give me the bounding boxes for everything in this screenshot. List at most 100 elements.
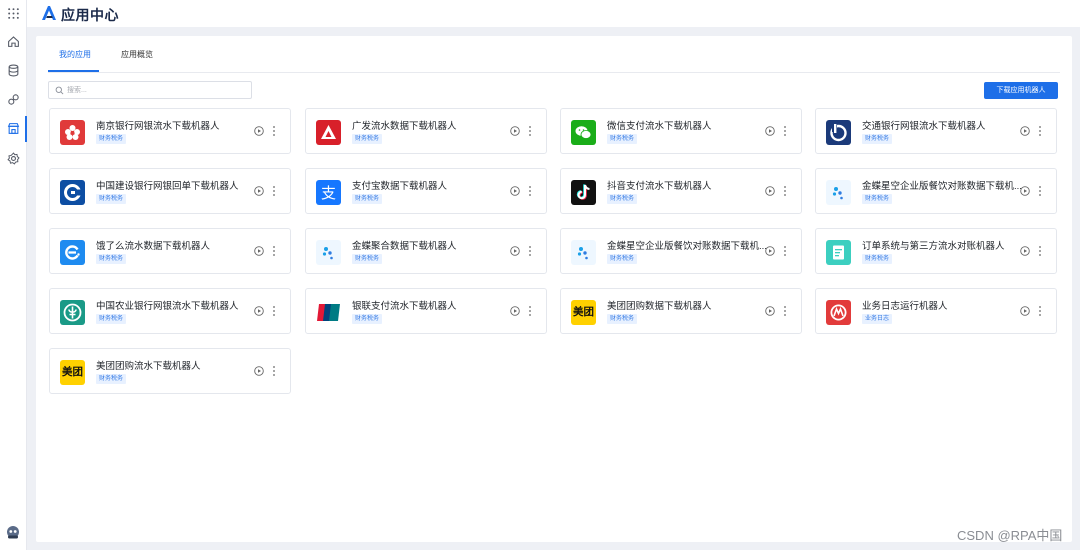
category-tag: 财务税务 — [96, 374, 127, 384]
app-name: 中国建设银行网银回单下载机器人 — [96, 181, 239, 192]
play-icon[interactable] — [510, 246, 520, 256]
play-icon[interactable] — [510, 306, 520, 316]
kingdee-icon — [316, 240, 341, 265]
settings-icon[interactable] — [7, 152, 20, 165]
app-name: 银联支付流水下载机器人 — [352, 301, 457, 312]
category-tag: 财务税务 — [607, 134, 638, 144]
app-name: 业务日志运行机器人 — [862, 301, 948, 312]
category-tag: 财务税务 — [96, 254, 127, 264]
play-icon[interactable] — [765, 186, 775, 196]
category-tag: 财务税务 — [607, 194, 638, 204]
store-icon[interactable] — [7, 122, 20, 135]
play-icon[interactable] — [254, 246, 264, 256]
more-options-icon[interactable] — [528, 305, 532, 317]
app-card[interactable]: 金蝶聚合数据下载机器人 财务税务 — [305, 228, 547, 274]
nanjing-bank-icon — [60, 120, 85, 145]
app-card[interactable]: 美团 美团团购流水下载机器人 财务税务 — [49, 348, 291, 394]
home-icon[interactable] — [7, 35, 20, 48]
active-nav-indicator — [25, 116, 27, 142]
tab-app-overview[interactable]: 应用概览 — [121, 49, 153, 60]
app-card[interactable]: 广发流水数据下载机器人 财务税务 — [305, 108, 547, 154]
app-grid-icon[interactable] — [7, 7, 20, 20]
play-icon[interactable] — [1020, 246, 1030, 256]
app-card[interactable]: 支 支付宝数据下载机器人 财务税务 — [305, 168, 547, 214]
more-options-icon[interactable] — [528, 185, 532, 197]
link-icon[interactable] — [7, 93, 20, 106]
app-card[interactable]: 金蝶星空企业版餐饮对账数据下载机... 财务税务 — [560, 228, 802, 274]
more-options-icon[interactable] — [272, 185, 276, 197]
robot-avatar-icon[interactable] — [5, 524, 21, 540]
category-tag: 财务税务 — [862, 194, 893, 204]
category-tag: 财务税务 — [352, 134, 383, 144]
more-options-icon[interactable] — [272, 245, 276, 257]
eleme-icon — [60, 240, 85, 265]
app-name: 中国农业银行网银流水下载机器人 — [96, 301, 239, 312]
app-card[interactable]: 美团 美团团购数据下载机器人 财务税务 — [560, 288, 802, 334]
app-card[interactable]: 订单系统与第三方流水对账机器人 财务税务 — [815, 228, 1057, 274]
more-options-icon[interactable] — [272, 125, 276, 137]
app-name: 交通银行网银流水下载机器人 — [862, 121, 986, 132]
database-icon[interactable] — [7, 64, 20, 77]
more-options-icon[interactable] — [783, 185, 787, 197]
cgb-bank-icon — [316, 120, 341, 145]
search-box — [48, 81, 252, 99]
play-icon[interactable] — [1020, 186, 1030, 196]
app-card[interactable]: 南京银行网银流水下载机器人 财务税务 — [49, 108, 291, 154]
page-title: 应用中心 — [61, 7, 119, 23]
app-name: 支付宝数据下载机器人 — [352, 181, 448, 192]
play-icon[interactable] — [254, 366, 264, 376]
app-name: 南京银行网银流水下载机器人 — [96, 121, 220, 132]
more-options-icon[interactable] — [272, 305, 276, 317]
play-icon[interactable] — [510, 126, 520, 136]
more-options-icon[interactable] — [1038, 305, 1042, 317]
category-tag: 财务税务 — [352, 314, 383, 324]
meituan-icon: 美团 — [571, 300, 596, 325]
app-card[interactable]: 抖音支付流水下载机器人 财务税务 — [560, 168, 802, 214]
play-icon[interactable] — [254, 126, 264, 136]
tab-my-apps[interactable]: 我的应用 — [59, 49, 91, 60]
app-card[interactable]: 中国建设银行网银回单下载机器人 财务税务 — [49, 168, 291, 214]
kingdee-icon — [571, 240, 596, 265]
more-options-icon[interactable] — [528, 245, 532, 257]
bocom-bank-icon — [826, 120, 851, 145]
download-robot-button[interactable]: 下载应用机器人 — [984, 82, 1058, 99]
app-card[interactable]: 业务日志运行机器人 业务日志 — [815, 288, 1057, 334]
douyin-icon — [571, 180, 596, 205]
more-options-icon[interactable] — [1038, 245, 1042, 257]
play-icon[interactable] — [765, 246, 775, 256]
more-options-icon[interactable] — [783, 245, 787, 257]
play-icon[interactable] — [254, 186, 264, 196]
more-options-icon[interactable] — [1038, 125, 1042, 137]
app-card[interactable]: 微信支付流水下载机器人 财务税务 — [560, 108, 802, 154]
app-name: 金蝶星空企业版餐饮对账数据下载机... — [607, 241, 767, 252]
more-options-icon[interactable] — [783, 305, 787, 317]
alipay-icon: 支 — [316, 180, 341, 205]
watermark-text: CSDN @RPA中国 — [957, 528, 1063, 543]
meituan-logo-text: 美团 — [62, 366, 83, 378]
category-tag: 财务税务 — [352, 194, 383, 204]
more-options-icon[interactable] — [783, 125, 787, 137]
app-card[interactable]: 饿了么流水数据下载机器人 财务税务 — [49, 228, 291, 274]
play-icon[interactable] — [765, 306, 775, 316]
search-input[interactable] — [67, 84, 247, 96]
play-icon[interactable] — [765, 126, 775, 136]
order-system-icon — [826, 240, 851, 265]
play-icon[interactable] — [1020, 306, 1030, 316]
more-options-icon[interactable] — [272, 365, 276, 377]
play-icon[interactable] — [254, 306, 264, 316]
tab-bar: 我的应用 应用概览 — [48, 36, 1060, 73]
wechat-pay-icon — [571, 120, 596, 145]
category-tag: 财务税务 — [862, 134, 893, 144]
app-name: 金蝶星空企业版餐饮对账数据下载机... — [862, 181, 1022, 192]
app-card[interactable]: 中国农业银行网银流水下载机器人 财务税务 — [49, 288, 291, 334]
active-tab-underline — [48, 70, 99, 72]
app-card[interactable]: 银联支付流水下载机器人 财务税务 — [305, 288, 547, 334]
more-options-icon[interactable] — [528, 125, 532, 137]
play-icon[interactable] — [510, 186, 520, 196]
more-options-icon[interactable] — [1038, 185, 1042, 197]
app-card[interactable]: 交通银行网银流水下载机器人 财务税务 — [815, 108, 1057, 154]
meituan-icon: 美团 — [60, 360, 85, 385]
business-log-icon — [826, 300, 851, 325]
app-card[interactable]: 金蝶星空企业版餐饮对账数据下载机... 财务税务 — [815, 168, 1057, 214]
play-icon[interactable] — [1020, 126, 1030, 136]
